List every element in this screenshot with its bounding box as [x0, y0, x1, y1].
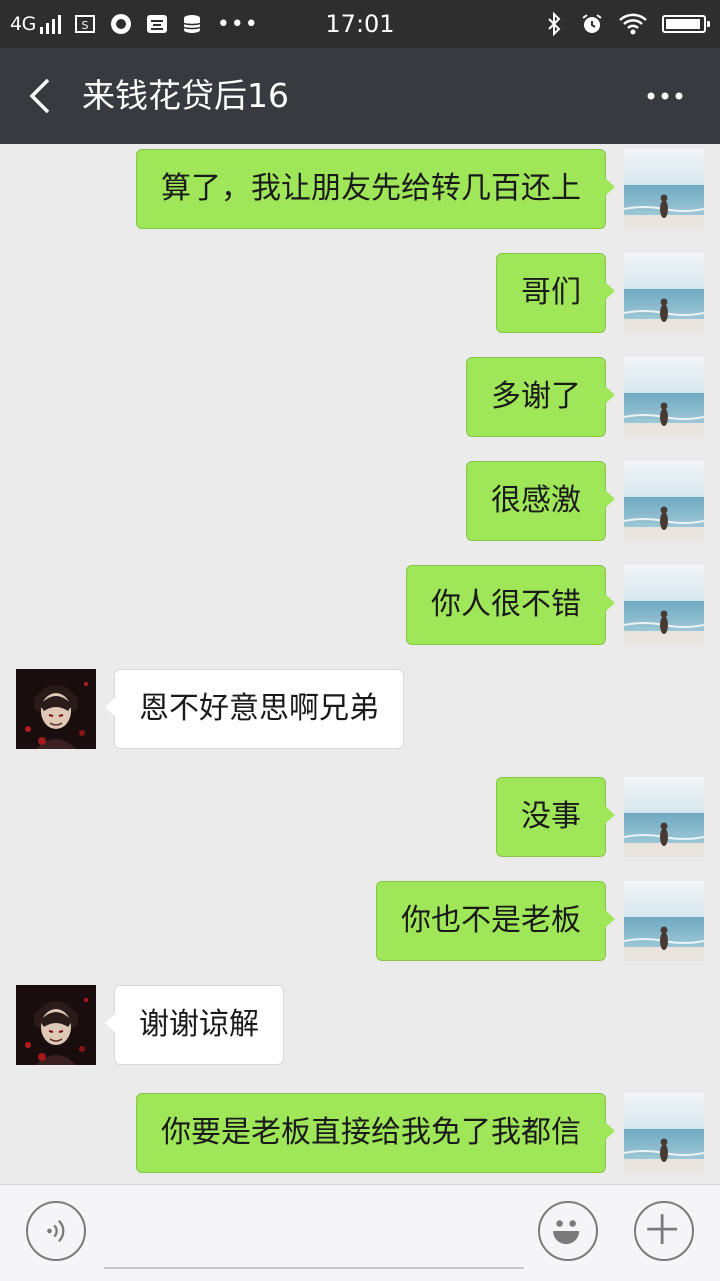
my-avatar[interactable]	[624, 461, 704, 541]
message-row: 多谢了	[0, 352, 720, 437]
emoji-button[interactable]	[538, 1201, 598, 1261]
chevron-left-icon	[29, 78, 50, 114]
input-bar	[0, 1184, 720, 1281]
contact-avatar[interactable]	[16, 985, 96, 1065]
beach-photo-avatar-image	[624, 357, 704, 437]
more-dots-icon	[647, 92, 683, 100]
message-row: 算了，我让朋友先给转几百还上	[0, 144, 720, 229]
my-avatar[interactable]	[624, 881, 704, 961]
plus-button[interactable]	[634, 1201, 694, 1261]
battery-icon	[662, 15, 710, 33]
wifi-icon	[618, 12, 648, 36]
message-row: 没事	[0, 772, 720, 857]
anime-character-avatar-image	[16, 669, 96, 749]
sent-message-bubble[interactable]: 算了，我让朋友先给转几百还上	[136, 149, 615, 229]
sent-message-bubble[interactable]: 哥们	[496, 253, 615, 333]
message-row: 你要是老板直接给我免了我都信	[0, 1088, 720, 1173]
plus-icon	[647, 1214, 678, 1245]
voice-button[interactable]	[26, 1201, 86, 1261]
beach-photo-avatar-image	[624, 461, 704, 541]
beach-photo-avatar-image	[624, 777, 704, 857]
message-row: 恩不好意思啊兄弟	[0, 664, 720, 749]
chat-message-list[interactable]: 算了，我让朋友先给转几百还上 哥们 多谢了 很感激 你人很不错 恩不好意思啊兄弟…	[0, 144, 720, 1184]
sent-message-bubble[interactable]: 你也不是老板	[376, 881, 615, 961]
my-avatar[interactable]	[624, 253, 704, 333]
my-avatar[interactable]	[624, 357, 704, 437]
sent-message-bubble[interactable]: 你人很不错	[406, 565, 615, 645]
contact-avatar[interactable]	[16, 669, 96, 749]
message-row: 你也不是老板	[0, 876, 720, 961]
chat-header: 来钱花贷后16	[0, 48, 720, 144]
received-message-bubble[interactable]: 谢谢谅解	[105, 985, 284, 1065]
sent-message-bubble[interactable]: 你要是老板直接给我免了我都信	[136, 1093, 615, 1173]
status-bar: 4G S ••• 17:01	[0, 0, 720, 48]
my-avatar[interactable]	[624, 777, 704, 857]
beach-photo-avatar-image	[624, 253, 704, 333]
sent-message-bubble[interactable]: 很感激	[466, 461, 615, 541]
beach-photo-avatar-image	[624, 565, 704, 645]
message-row: 很感激	[0, 456, 720, 541]
anime-character-avatar-image	[16, 985, 96, 1065]
emoji-icon	[553, 1220, 580, 1245]
bluetooth-icon	[542, 12, 566, 36]
sent-message-bubble[interactable]: 没事	[496, 777, 615, 857]
my-avatar[interactable]	[624, 149, 704, 229]
beach-photo-avatar-image	[624, 149, 704, 229]
message-input[interactable]	[104, 1205, 524, 1269]
beach-photo-avatar-image	[624, 881, 704, 961]
message-row: 你人很不错	[0, 560, 720, 645]
my-avatar[interactable]	[624, 1093, 704, 1173]
more-button[interactable]	[640, 76, 690, 116]
status-right	[542, 0, 710, 48]
received-message-bubble[interactable]: 恩不好意思啊兄弟	[105, 669, 404, 749]
beach-photo-avatar-image	[624, 1093, 704, 1173]
sent-message-bubble[interactable]: 多谢了	[466, 357, 615, 437]
back-button[interactable]	[22, 76, 62, 116]
message-row: 谢谢谅解	[0, 980, 720, 1065]
chat-title: 来钱花贷后16	[82, 76, 289, 115]
voice-icon	[47, 1219, 65, 1243]
my-avatar[interactable]	[624, 565, 704, 645]
message-row: 哥们	[0, 248, 720, 333]
alarm-icon	[580, 12, 604, 36]
